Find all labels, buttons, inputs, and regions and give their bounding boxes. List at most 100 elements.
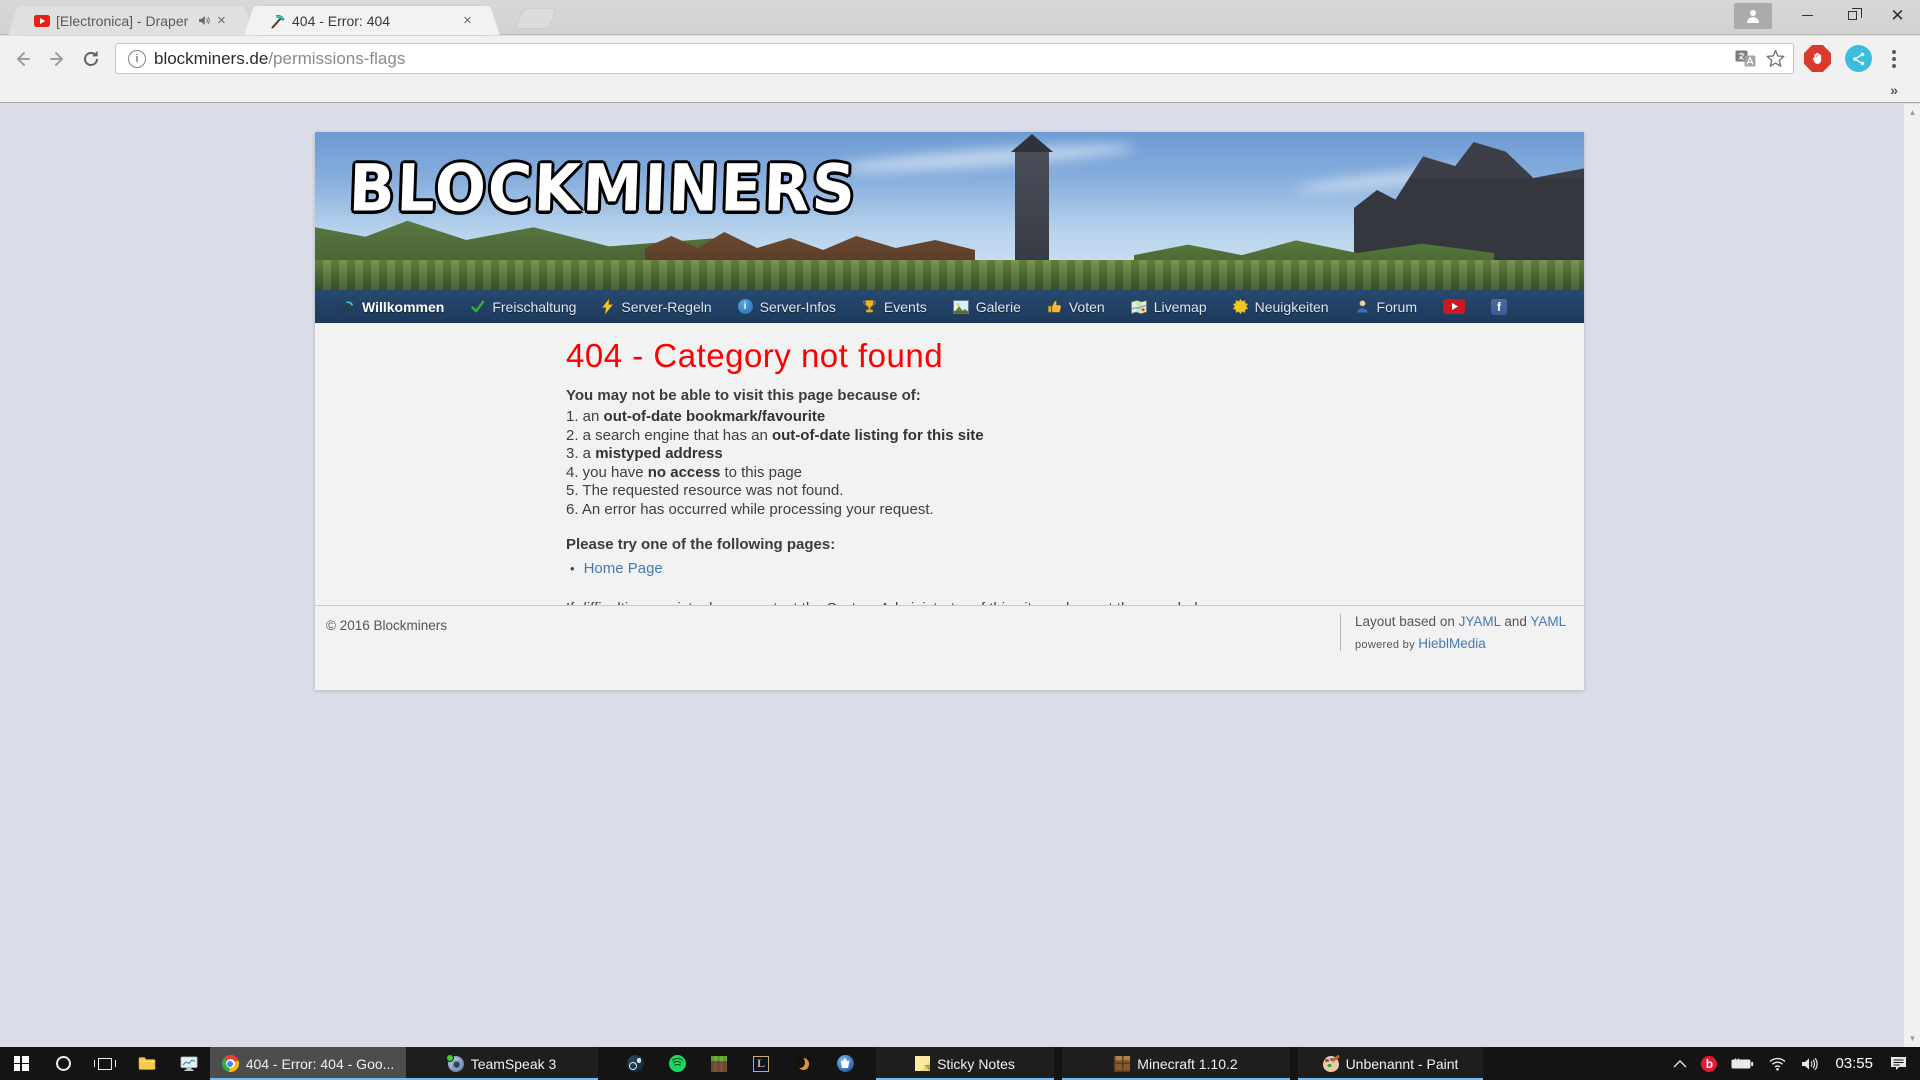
error-reason-5: 5. The requested resource was not found. <box>566 482 1564 501</box>
taskbar-paint-button[interactable]: Unbenannt - Paint <box>1298 1047 1483 1080</box>
tab-youtube[interactable]: [Electronica] - Draper × <box>22 6 240 35</box>
adblock-extension-icon[interactable] <box>1804 45 1831 72</box>
browser-menu-icon[interactable] <box>1886 50 1902 68</box>
home-page-row: • Home Page <box>566 560 1564 577</box>
tab-title: 404 - Error: 404 <box>292 13 453 29</box>
monitor-chart-button[interactable] <box>168 1047 210 1080</box>
trophy-icon <box>862 299 877 314</box>
jyaml-link[interactable]: JYAML <box>1459 614 1501 629</box>
steam-icon <box>627 1055 644 1072</box>
minecraft-pinned-button[interactable] <box>698 1047 740 1080</box>
gallery-icon <box>953 300 969 314</box>
tab-error-404[interactable]: 404 - Error: 404 × <box>258 6 486 35</box>
page-scrollbar[interactable]: ▲ ▼ <box>1903 104 1920 1047</box>
profile-icon <box>1747 10 1759 22</box>
tray-beats-button[interactable]: b <box>1694 1047 1724 1080</box>
nav-youtube[interactable] <box>1432 290 1480 323</box>
window-close-button[interactable]: ✕ <box>1875 0 1920 30</box>
reload-button[interactable] <box>74 42 108 76</box>
tray-wifi-button[interactable] <box>1761 1047 1794 1080</box>
nav-events[interactable]: Events <box>851 290 942 323</box>
task-view-button[interactable] <box>84 1047 126 1080</box>
bookmarks-bar: » <box>0 81 1920 103</box>
home-page-link[interactable]: Home Page <box>584 560 663 577</box>
file-explorer-button[interactable] <box>126 1047 168 1080</box>
footer-credits: Layout based on JYAML and YAML powered b… <box>1340 614 1568 651</box>
taskbar-chrome-button[interactable]: 404 - Error: 404 - Goo... <box>210 1047 406 1080</box>
powered-by-line: powered by HieblMedia <box>1355 636 1568 651</box>
nav-forum[interactable]: Forum <box>1344 290 1432 323</box>
steam-pinned-button[interactable] <box>614 1047 656 1080</box>
back-button[interactable] <box>6 42 40 76</box>
error-reason-2: 2. a search engine that has an out-of-da… <box>566 427 1564 446</box>
url-host: blockminers.de <box>154 49 268 69</box>
scroll-down-icon[interactable]: ▼ <box>1904 1030 1920 1047</box>
nav-livemap[interactable]: Livemap <box>1120 290 1222 323</box>
try-pages-heading: Please try one of the following pages: <box>566 536 1564 553</box>
banner-fortress <box>1354 142 1584 262</box>
profile-button[interactable] <box>1734 3 1772 29</box>
forward-button[interactable] <box>40 42 74 76</box>
spotify-pinned-button[interactable] <box>656 1047 698 1080</box>
task-view-icon <box>98 1058 112 1070</box>
close-icon[interactable]: × <box>213 12 230 29</box>
nav-server-regeln[interactable]: Server-Regeln <box>591 290 726 323</box>
league-pinned-button[interactable]: L <box>740 1047 782 1080</box>
thumbs-up-icon <box>1047 299 1062 314</box>
nav-willkommen[interactable]: Willkommen <box>329 290 459 323</box>
window-restore-button[interactable] <box>1830 0 1875 30</box>
copyright-text: © 2016 Blockminers <box>326 618 447 633</box>
nav-freischaltung[interactable]: Freischaltung <box>459 290 591 323</box>
nav-voten[interactable]: Voten <box>1036 290 1120 323</box>
teamspeak-icon <box>448 1056 464 1072</box>
person-icon <box>1355 299 1370 314</box>
chevron-up-icon <box>1673 1060 1687 1068</box>
taskbar-minecraft-button[interactable]: Minecraft 1.10.2 <box>1062 1047 1290 1080</box>
nav-neuigkeiten[interactable]: Neuigkeiten <box>1222 290 1344 323</box>
curse-pinned-button[interactable] <box>824 1047 866 1080</box>
site-logo: BLOCKMINERS <box>348 151 859 227</box>
translate-icon[interactable] <box>1735 50 1756 67</box>
map-icon <box>1131 300 1147 314</box>
start-button[interactable] <box>0 1047 42 1080</box>
new-tab-button[interactable] <box>516 9 556 28</box>
lightning-icon <box>602 299 614 314</box>
tray-chevron-button[interactable] <box>1666 1047 1694 1080</box>
taskbar-teamspeak-button[interactable]: TeamSpeak 3 <box>406 1047 598 1080</box>
cortana-button[interactable] <box>42 1047 84 1080</box>
pickaxe-favicon <box>270 13 286 29</box>
hieblmedia-link[interactable]: HieblMedia <box>1418 636 1486 651</box>
minecraft-grass-block-icon <box>711 1056 727 1072</box>
info-icon: i <box>738 299 753 314</box>
bookmark-star-icon[interactable] <box>1766 49 1785 68</box>
sticky-notes-icon <box>915 1056 930 1071</box>
league-of-legends-icon: L <box>753 1056 769 1072</box>
nav-server-infos[interactable]: i Server-Infos <box>727 290 851 323</box>
share-extension-icon[interactable] <box>1845 45 1872 72</box>
tray-battery-button[interactable] <box>1724 1047 1761 1080</box>
nav-galerie[interactable]: Galerie <box>942 290 1036 323</box>
window-minimize-button[interactable] <box>1785 0 1830 30</box>
scroll-up-icon[interactable]: ▲ <box>1904 104 1920 121</box>
taskbar-clock[interactable]: 03:55 <box>1825 1047 1883 1080</box>
facebook-icon: f <box>1491 299 1507 315</box>
action-center-icon <box>1890 1056 1907 1071</box>
tray-volume-button[interactable] <box>1794 1047 1825 1080</box>
league-client-pinned-button[interactable] <box>782 1047 824 1080</box>
close-icon: ✕ <box>1890 7 1904 24</box>
system-tray: b 03:55 <box>1666 1047 1920 1080</box>
nav-facebook[interactable]: f <box>1480 290 1522 323</box>
tab-strip: [Electronica] - Draper × 404 - Error: 40… <box>0 0 1920 35</box>
error-title: 404 - Category not found <box>566 337 1564 375</box>
page-info-icon[interactable]: i <box>128 50 146 68</box>
taskbar-sticky-notes-button[interactable]: Sticky Notes <box>876 1047 1054 1080</box>
error-page-content: 404 - Category not found You may not be … <box>315 323 1584 605</box>
action-center-button[interactable] <box>1883 1047 1914 1080</box>
wifi-icon <box>1768 1057 1787 1071</box>
yaml-link[interactable]: YAML <box>1530 614 1566 629</box>
crafting-table-icon <box>1114 1056 1130 1072</box>
overflow-chevron-icon[interactable]: » <box>1890 82 1898 98</box>
close-icon[interactable]: × <box>459 12 476 29</box>
tab-audio-icon[interactable] <box>197 14 211 27</box>
address-bar[interactable]: i blockminers.de/permissions-flags <box>115 43 1794 74</box>
